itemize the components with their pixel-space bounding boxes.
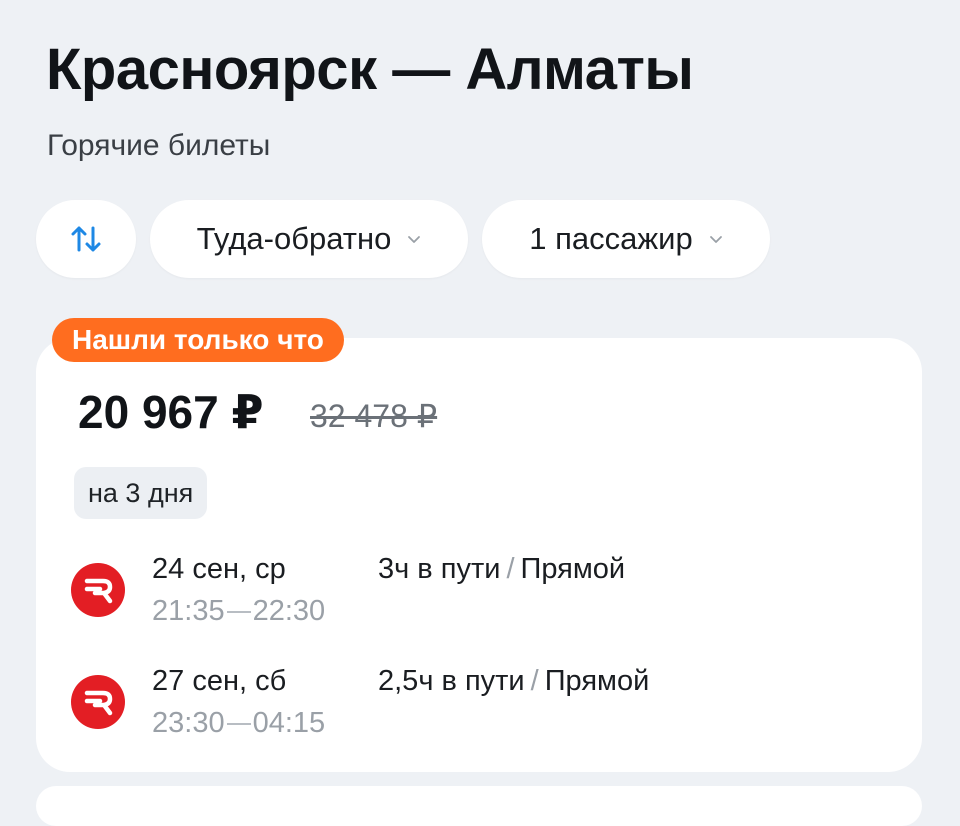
swap-vertical-arrows-icon — [71, 226, 101, 252]
page-title: Красноярск — Алматы — [46, 37, 694, 102]
airline-logo-icon — [71, 675, 125, 729]
time-separator — [226, 723, 251, 726]
trip-type-label: Туда-обратно — [196, 221, 392, 256]
airline-logo-icon — [71, 563, 125, 617]
flight-date: 24 сен, ср — [152, 553, 286, 585]
departure-time: 23:30 — [152, 707, 225, 739]
flight-type: Прямой — [520, 553, 626, 585]
chevron-down-icon — [709, 236, 722, 243]
flight-info: 2,5ч в пути / Прямой — [378, 664, 649, 698]
offer-price: 20 967 ₽ — [78, 386, 264, 438]
flight-date: 27 сен, сб — [152, 665, 287, 697]
departure-time: 21:35 — [152, 595, 225, 627]
swap-direction-button[interactable] — [36, 200, 136, 278]
found-just-now-badge: Нашли только что — [52, 318, 344, 362]
travel-time: 3ч в пути — [378, 553, 501, 585]
flight-times: 23:30 04:15 — [152, 706, 325, 740]
info-separator: / — [506, 553, 515, 585]
trip-type-dropdown[interactable]: Туда-обратно — [150, 200, 468, 278]
travel-time: 2,5ч в пути — [378, 665, 525, 697]
next-offer-card[interactable] — [36, 786, 922, 826]
passengers-label: 1 пассажир — [529, 221, 693, 256]
passengers-dropdown[interactable]: 1 пассажир — [482, 200, 770, 278]
page-subtitle: Горячие билеты — [47, 129, 271, 162]
info-separator: / — [530, 665, 539, 697]
flight-type: Прямой — [544, 665, 650, 697]
chevron-down-icon — [408, 236, 421, 243]
arrival-time: 04:15 — [252, 707, 326, 739]
time-separator — [226, 611, 251, 614]
flight-times: 21:35 22:30 — [152, 594, 325, 628]
arrival-time: 22:30 — [252, 595, 326, 627]
offer-old-price: 32 478 ₽ — [310, 398, 438, 434]
trip-duration-tag: на 3 дня — [74, 467, 208, 519]
flight-info: 3ч в пути / Прямой — [378, 552, 625, 586]
